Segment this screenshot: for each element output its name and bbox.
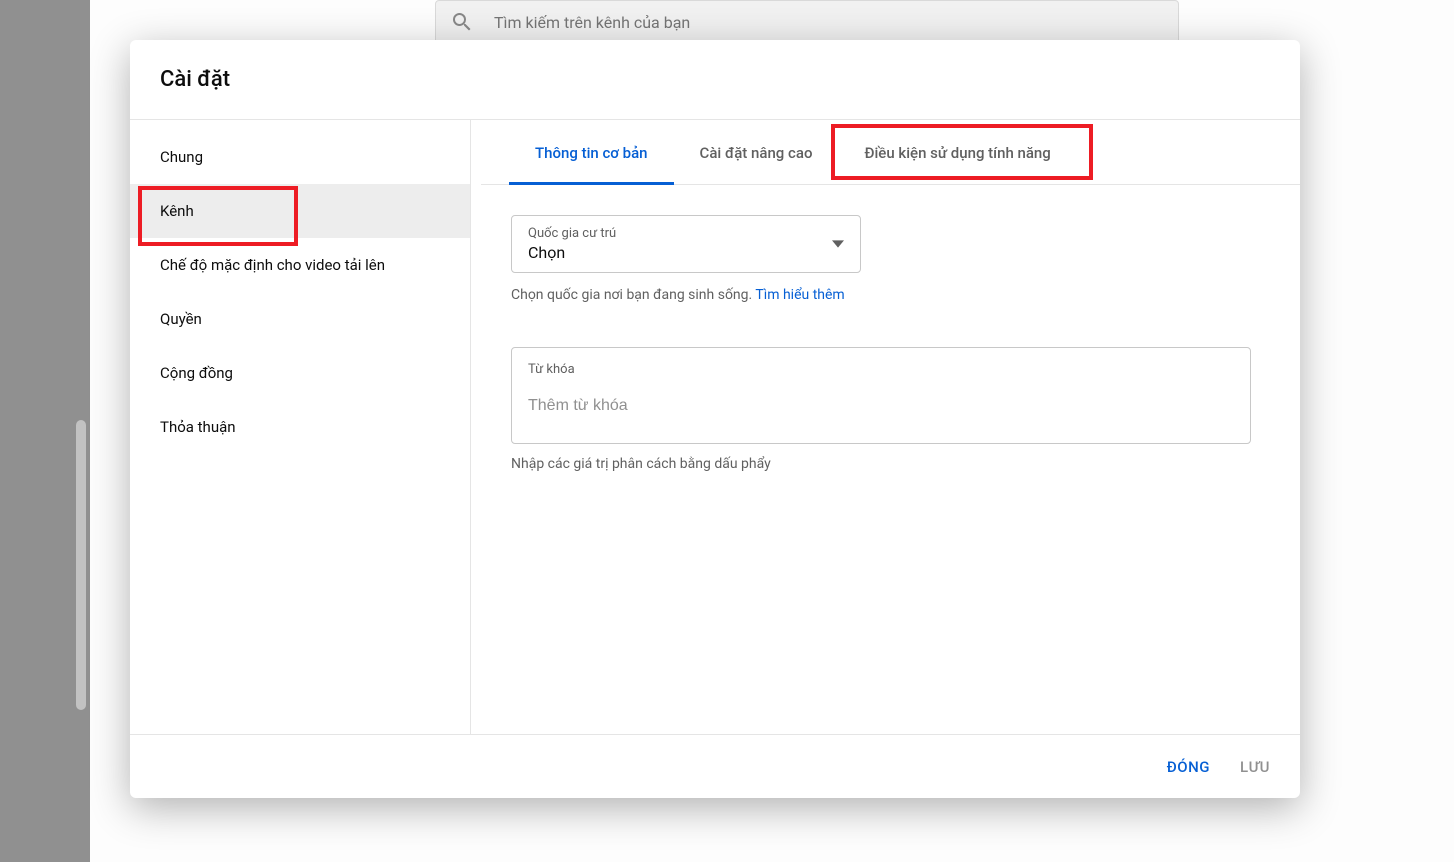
- keywords-input[interactable]: [528, 397, 1234, 415]
- tabs: Thông tin cơ bản Cài đặt nâng cao Điều k…: [481, 120, 1300, 185]
- close-button[interactable]: ĐÓNG: [1167, 758, 1210, 776]
- nav-general[interactable]: Chung: [130, 130, 470, 184]
- dialog-sidebar: Chung Kênh Chế độ mặc định cho video tải…: [130, 120, 471, 734]
- nav-agreements[interactable]: Thỏa thuận: [130, 400, 470, 454]
- learn-more-link[interactable]: Tìm hiểu thêm: [755, 287, 844, 303]
- save-button[interactable]: LƯU: [1240, 758, 1270, 776]
- tab-content: Quốc gia cư trú Chọn Chọn quốc gia nơi b…: [481, 185, 1300, 472]
- nav-permissions[interactable]: Quyền: [130, 292, 470, 346]
- keywords-help: Nhập các giá trị phân cách bằng dấu phẩy: [511, 456, 1270, 472]
- keywords-label: Từ khóa: [528, 362, 1234, 377]
- keywords-box[interactable]: Từ khóa: [511, 347, 1251, 444]
- country-help: Chọn quốc gia nơi bạn đang sinh sống. Tì…: [511, 287, 1270, 303]
- nav-channel[interactable]: Kênh: [130, 184, 470, 238]
- tab-advanced[interactable]: Cài đặt nâng cao: [674, 120, 839, 184]
- country-label: Quốc gia cư trú: [528, 226, 846, 241]
- dialog-main: Thông tin cơ bản Cài đặt nâng cao Điều k…: [471, 120, 1300, 734]
- country-value: Chọn: [528, 243, 846, 262]
- search-placeholder: Tìm kiếm trên kênh của bạn: [494, 13, 690, 32]
- search-icon: [450, 10, 474, 34]
- search-box[interactable]: Tìm kiếm trên kênh của bạn: [435, 0, 1179, 44]
- settings-dialog: Cài đặt Chung Kênh Chế độ mặc định cho v…: [130, 40, 1300, 798]
- nav-community[interactable]: Cộng đồng: [130, 346, 470, 400]
- dialog-body: Chung Kênh Chế độ mặc định cho video tải…: [130, 120, 1300, 734]
- dialog-footer: ĐÓNG LƯU: [130, 734, 1300, 798]
- dialog-header: Cài đặt: [130, 40, 1300, 120]
- dialog-title: Cài đặt: [160, 67, 230, 92]
- nav-upload-defaults[interactable]: Chế độ mặc định cho video tải lên: [130, 238, 470, 292]
- chevron-down-icon: [832, 238, 844, 250]
- tab-basic-info[interactable]: Thông tin cơ bản: [509, 120, 674, 184]
- scrollbar[interactable]: [76, 420, 86, 710]
- tab-feature-eligibility[interactable]: Điều kiện sử dụng tính năng: [838, 120, 1076, 184]
- country-select[interactable]: Quốc gia cư trú Chọn: [511, 215, 861, 273]
